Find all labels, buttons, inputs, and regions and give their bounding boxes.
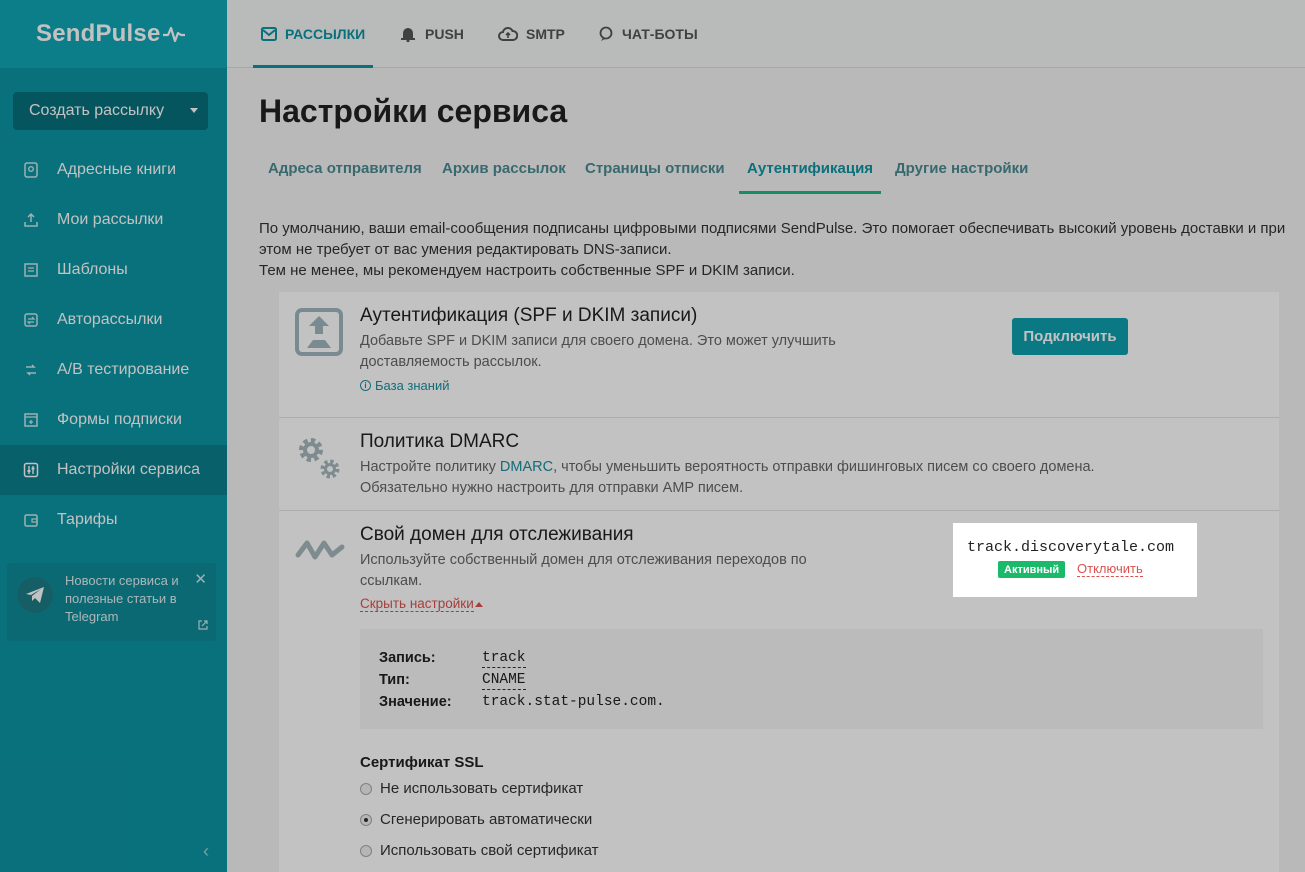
dns-record-box: Запись: track Тип: CNAME Значение: track… bbox=[360, 629, 1263, 729]
ssl-option-auto[interactable]: Сгенерировать автоматически bbox=[360, 811, 592, 828]
telegram-icon bbox=[17, 577, 53, 613]
sidebar-item-pricing[interactable]: Тарифы bbox=[0, 495, 227, 545]
knowledge-base-link[interactable]: i База знаний bbox=[360, 378, 450, 393]
sidebar-item-address-books[interactable]: Адресные книги bbox=[0, 145, 227, 195]
pulse-icon bbox=[162, 26, 185, 43]
wallet-icon bbox=[22, 511, 40, 529]
mail-icon bbox=[261, 27, 277, 41]
settings-sliders-icon bbox=[22, 461, 40, 479]
subtab-authentication[interactable]: Аутентификация bbox=[738, 160, 882, 194]
type-value[interactable]: CNAME bbox=[482, 672, 526, 690]
tracking-desc: Используйте собственный домен для отслеж… bbox=[360, 552, 807, 589]
subtab-campaign-archive[interactable]: Архив рассылок bbox=[442, 160, 566, 177]
create-campaign-button[interactable]: Создать рассылку bbox=[13, 92, 208, 130]
caret-up-icon bbox=[475, 602, 483, 607]
ssl-option-none[interactable]: Не использовать сертификат bbox=[360, 780, 583, 797]
subtab-unsubscribe-pages[interactable]: Страницы отписки bbox=[585, 160, 725, 177]
automation-icon bbox=[22, 311, 40, 329]
upload-box-icon bbox=[295, 308, 343, 356]
tracking-title: Свой домен для отслеживания bbox=[360, 524, 634, 545]
sidebar-item-templates[interactable]: Шаблоны bbox=[0, 245, 227, 295]
logo[interactable]: SendPulse bbox=[0, 0, 227, 68]
ssl-title: Сертификат SSL bbox=[360, 754, 484, 771]
value-value: track.stat-pulse.com. bbox=[482, 694, 665, 710]
hide-settings-link[interactable]: Скрыть настройки bbox=[360, 596, 474, 612]
tracking-domain-name: track.discoverytale.com bbox=[967, 539, 1175, 556]
tab-smtp[interactable]: SMTP bbox=[498, 0, 565, 68]
logo-text: SendPulse bbox=[36, 20, 161, 47]
upload-icon bbox=[22, 211, 40, 229]
auth-desc: Добавьте SPF и DKIM записи для своего до… bbox=[360, 333, 836, 370]
telegram-promo[interactable]: Новости сервиса и полезные статьи в Tele… bbox=[7, 563, 216, 641]
tab-campaigns[interactable]: РАССЫЛКИ bbox=[252, 0, 374, 68]
divider bbox=[279, 417, 1279, 418]
sidebar: SendPulse Создать рассылку Адресные книг… bbox=[0, 0, 227, 872]
tracking-domain-box: track.discoverytale.com Активный Отключи… bbox=[953, 523, 1197, 597]
radio[interactable] bbox=[360, 782, 372, 795]
sidebar-item-my-campaigns[interactable]: Мои рассылки bbox=[0, 195, 227, 245]
divider bbox=[279, 510, 1279, 511]
dmarc-desc: Настройте политику DMARC, чтобы уменьшит… bbox=[360, 459, 1095, 496]
tab-chatbots[interactable]: ЧАТ-БОТЫ bbox=[598, 0, 698, 68]
radio[interactable] bbox=[360, 844, 372, 857]
top-nav: РАССЫЛКИ PUSH SMTP ЧАТ-БОТЫ bbox=[227, 0, 1305, 68]
sidebar-item-ab-testing[interactable]: A/B тестирование bbox=[0, 345, 227, 395]
external-link-icon[interactable] bbox=[198, 617, 208, 635]
pulse-wave-icon bbox=[295, 540, 345, 560]
dmarc-link[interactable]: DMARC bbox=[500, 459, 553, 475]
page-title: Настройки сервиса bbox=[259, 93, 568, 129]
radio-selected[interactable] bbox=[360, 813, 372, 826]
form-icon bbox=[22, 411, 40, 429]
sidebar-item-automation[interactable]: Авторассылки bbox=[0, 295, 227, 345]
ssl-option-custom[interactable]: Использовать свой сертификат bbox=[360, 842, 599, 859]
collapse-sidebar-icon[interactable]: ‹ bbox=[203, 841, 209, 862]
sidebar-item-subscription-forms[interactable]: Формы подписки bbox=[0, 395, 227, 445]
subtab-other-settings[interactable]: Другие настройки bbox=[895, 160, 1028, 177]
sidebar-item-service-settings[interactable]: Настройки сервиса bbox=[0, 445, 227, 495]
cloud-icon bbox=[498, 26, 518, 41]
template-icon bbox=[22, 261, 40, 279]
intro-text: По умолчанию, ваши email-сообщения подпи… bbox=[259, 220, 1286, 279]
subtab-sender-addresses[interactable]: Адреса отправителя bbox=[268, 160, 422, 177]
gears-icon bbox=[299, 438, 340, 479]
chat-icon bbox=[599, 26, 613, 41]
connect-button[interactable]: Подключить bbox=[1012, 318, 1128, 355]
bell-icon bbox=[401, 28, 415, 42]
auth-title: Аутентификация (SPF и DKIM записи) bbox=[360, 305, 698, 326]
dmarc-title: Политика DMARC bbox=[360, 431, 520, 452]
sidebar-nav: Адресные книги Мои рассылки Шаблоны Авто… bbox=[0, 145, 227, 545]
status-badge: Активный bbox=[998, 561, 1066, 578]
chevron-down-icon[interactable] bbox=[190, 108, 198, 113]
ab-test-icon bbox=[22, 361, 40, 379]
close-icon[interactable]: ✕ bbox=[194, 570, 207, 588]
address-book-icon bbox=[22, 161, 40, 179]
promo-text: Новости сервиса и полезные статьи в Tele… bbox=[65, 573, 179, 624]
tab-push[interactable]: PUSH bbox=[399, 0, 464, 68]
record-value[interactable]: track bbox=[482, 650, 526, 668]
info-icon: i bbox=[360, 380, 371, 391]
disable-link[interactable]: Отключить bbox=[1077, 562, 1143, 577]
